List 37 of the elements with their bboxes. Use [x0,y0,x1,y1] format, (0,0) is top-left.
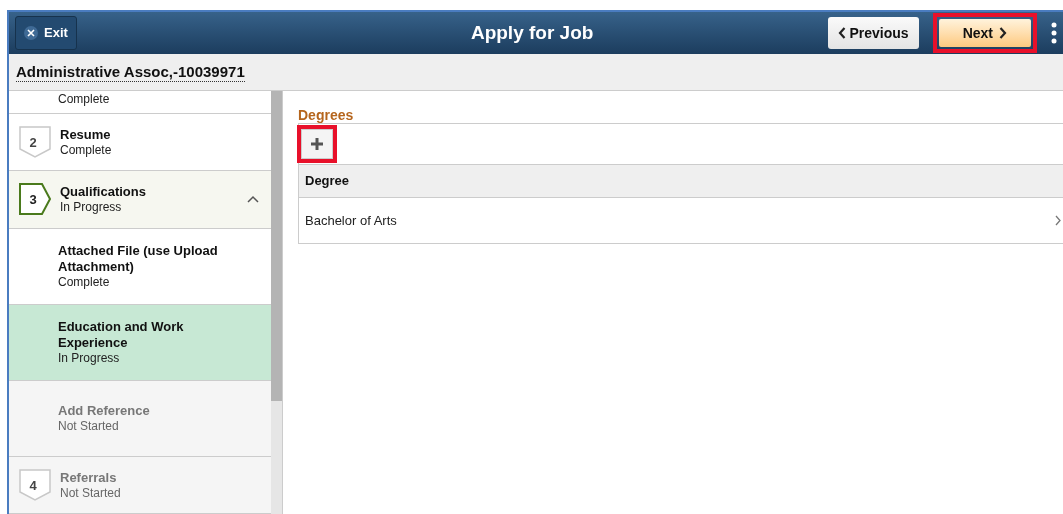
step-status: Complete [58,92,110,106]
step-status: Complete [58,275,111,290]
next-button[interactable]: Next [938,19,1031,47]
previous-button[interactable]: Previous [827,17,919,49]
table-cell-text: Bachelor of Arts [305,211,398,230]
step-status: Not Started [58,419,120,434]
add-button[interactable] [301,129,333,159]
step-title: Attached File (use Upload Attachment) [58,243,219,276]
step-title: Qualifications [60,184,147,201]
page-title: Apply for Job [470,20,594,45]
step-number-icon: 3 [18,182,52,217]
plus-icon [310,137,324,151]
chevron-right-icon [1055,215,1061,226]
collapse-chevron-icon[interactable] [247,195,259,204]
scrollbar[interactable] [271,91,283,514]
step-number-icon: 2 [18,124,52,159]
step-title: Referrals [60,469,118,486]
step-status: Not Started [60,485,122,500]
column-header: Degree [305,172,350,191]
more-options-icon[interactable] [1051,22,1057,44]
section-title: Degrees [298,107,355,123]
step-title: Resume [60,126,112,143]
chevron-right-icon [999,27,1007,39]
step-status: Complete [60,142,113,157]
step-number-icon: 4 [18,467,52,502]
step-status: In Progress [58,351,121,366]
close-icon [24,26,38,40]
chevron-left-icon [837,27,846,39]
step-title: Education and Work Experience [58,319,185,352]
job-title[interactable]: Administrative Assoc,-10039971 [16,62,245,82]
table-row[interactable]: Bachelor of Arts [299,198,1063,244]
sidebar-item[interactable]: 3 Qualifications In Progress [9,171,271,229]
sidebar-item[interactable]: Education and Work Experience In Progress [9,304,271,381]
sidebar-item[interactable]: Complete [9,91,271,114]
exit-button[interactable]: Exit [15,16,77,50]
step-status: In Progress [60,200,123,215]
step-title: Add Reference [58,403,151,420]
